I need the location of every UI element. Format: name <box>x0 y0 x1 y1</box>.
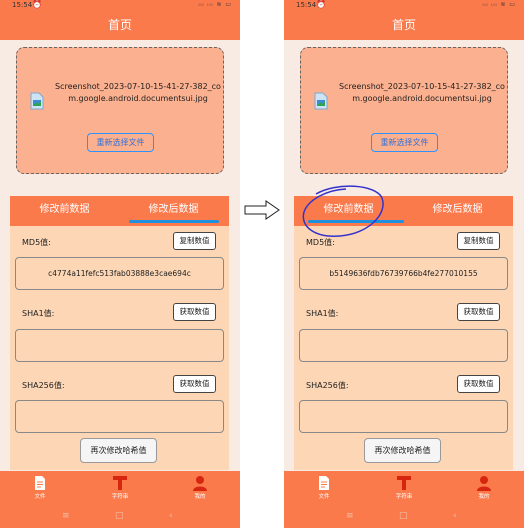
file-name: Screenshot_2023-07-10-15-41-27-382_com.g… <box>55 82 221 103</box>
tab-after[interactable]: 修改后数据 <box>403 196 512 226</box>
md5-value[interactable]: b5149636fdb76739766b4fe277010155 <box>299 257 508 290</box>
menu-icon[interactable]: ≡ <box>62 511 70 521</box>
bottom-nav: 文件 字符串 我的 <box>284 471 524 508</box>
file-name: Screenshot_2023-07-10-15-41-27-382_com.g… <box>339 82 505 103</box>
sha256-value[interactable] <box>15 400 224 433</box>
rehash-button[interactable]: 再次修改哈希值 <box>364 438 441 463</box>
file-image-icon <box>314 92 328 110</box>
nav-strings-label: 字符串 <box>111 494 129 500</box>
nav-files-label: 文件 <box>318 494 330 500</box>
file-drop-area[interactable]: Screenshot_2023-07-10-15-41-27-382_com.g… <box>300 47 508 174</box>
file-image-icon <box>30 92 44 110</box>
sha1-value[interactable] <box>299 329 508 362</box>
home-icon[interactable]: □ <box>399 511 408 521</box>
nav-strings[interactable]: 字符串 <box>364 471 444 508</box>
text-t-icon <box>397 476 411 490</box>
phone-screen-before: 15:54 ⏰ ᵢₗₗ ᵢₗₗ ≋ ▭ 首页 Screenshot_2023-0… <box>0 0 240 528</box>
alarm-icon: ⏰ <box>32 0 42 9</box>
md5-label: MD5值: <box>22 238 51 247</box>
rehash-button[interactable]: 再次修改哈希值 <box>80 438 157 463</box>
get-sha256-button[interactable]: 获取数值 <box>457 375 500 393</box>
person-icon <box>193 476 207 491</box>
page-title: 首页 <box>284 12 524 40</box>
bottom-nav: 文件 字符串 我的 <box>0 471 240 508</box>
text-t-icon <box>113 476 127 490</box>
tab-bar: 修改前数据 修改后数据 <box>10 196 229 226</box>
system-nav-bar: ≡ □ ‹ <box>0 508 240 528</box>
reselect-file-button[interactable]: 重新选择文件 <box>371 133 438 152</box>
md5-value[interactable]: c4774a11fefc513fab03888e3cae694c <box>15 257 224 290</box>
home-icon[interactable]: □ <box>115 511 124 521</box>
signal-wifi-battery-icons: ᵢₗₗ ᵢₗₗ ≋ ▭ <box>198 1 232 8</box>
status-bar: 15:54 ⏰ ᵢₗₗ ᵢₗₗ ≋ ▭ <box>284 0 524 12</box>
document-icon <box>319 476 329 490</box>
active-tab-indicator <box>129 220 219 223</box>
nav-files[interactable]: 文件 <box>284 471 364 508</box>
reselect-file-button[interactable]: 重新选择文件 <box>87 133 154 152</box>
arrow-right-icon <box>244 200 280 220</box>
get-sha1-button[interactable]: 获取数值 <box>457 303 500 321</box>
status-bar: 15:54 ⏰ ᵢₗₗ ᵢₗₗ ≋ ▭ <box>0 0 240 12</box>
tab-before[interactable]: 修改前数据 <box>10 196 119 226</box>
nav-strings-label: 字符串 <box>395 494 413 500</box>
signal-wifi-battery-icons: ᵢₗₗ ᵢₗₗ ≋ ▭ <box>482 1 516 8</box>
person-icon <box>477 476 491 491</box>
file-drop-area[interactable]: Screenshot_2023-07-10-15-41-27-382_com.g… <box>16 47 224 174</box>
sha256-value[interactable] <box>299 400 508 433</box>
sha256-label: SHA256值: <box>22 381 65 390</box>
phone-screen-after: 15:54 ⏰ ᵢₗₗ ᵢₗₗ ≋ ▭ 首页 Screenshot_2023-0… <box>284 0 524 528</box>
annotation-circle <box>302 185 384 237</box>
nav-mine[interactable]: 我的 <box>160 471 240 508</box>
copy-md5-button[interactable]: 复制数值 <box>457 232 500 250</box>
sha1-label: SHA1值: <box>306 309 339 318</box>
alarm-icon: ⏰ <box>316 0 326 9</box>
nav-mine-label: 我的 <box>194 494 206 500</box>
copy-md5-button[interactable]: 复制数值 <box>173 232 216 250</box>
page-title: 首页 <box>0 12 240 40</box>
system-nav-bar: ≡ □ ‹ <box>284 508 524 528</box>
menu-icon[interactable]: ≡ <box>346 511 354 521</box>
get-sha256-button[interactable]: 获取数值 <box>173 375 216 393</box>
sha1-label: SHA1值: <box>22 309 55 318</box>
nav-mine-label: 我的 <box>478 494 490 500</box>
hash-card: 修改前数据 修改后数据 MD5值: 复制数值 c4774a11fefc513fa… <box>10 196 229 470</box>
back-icon[interactable]: ‹ <box>169 511 173 521</box>
nav-mine[interactable]: 我的 <box>444 471 524 508</box>
document-icon <box>35 476 45 490</box>
status-time: 15:54 <box>12 1 33 9</box>
get-sha1-button[interactable]: 获取数值 <box>173 303 216 321</box>
sha256-label: SHA256值: <box>306 381 349 390</box>
sha1-value[interactable] <box>15 329 224 362</box>
nav-strings[interactable]: 字符串 <box>80 471 160 508</box>
back-icon[interactable]: ‹ <box>453 511 457 521</box>
nav-files-label: 文件 <box>34 494 46 500</box>
nav-files[interactable]: 文件 <box>0 471 80 508</box>
status-time: 15:54 <box>296 1 317 9</box>
